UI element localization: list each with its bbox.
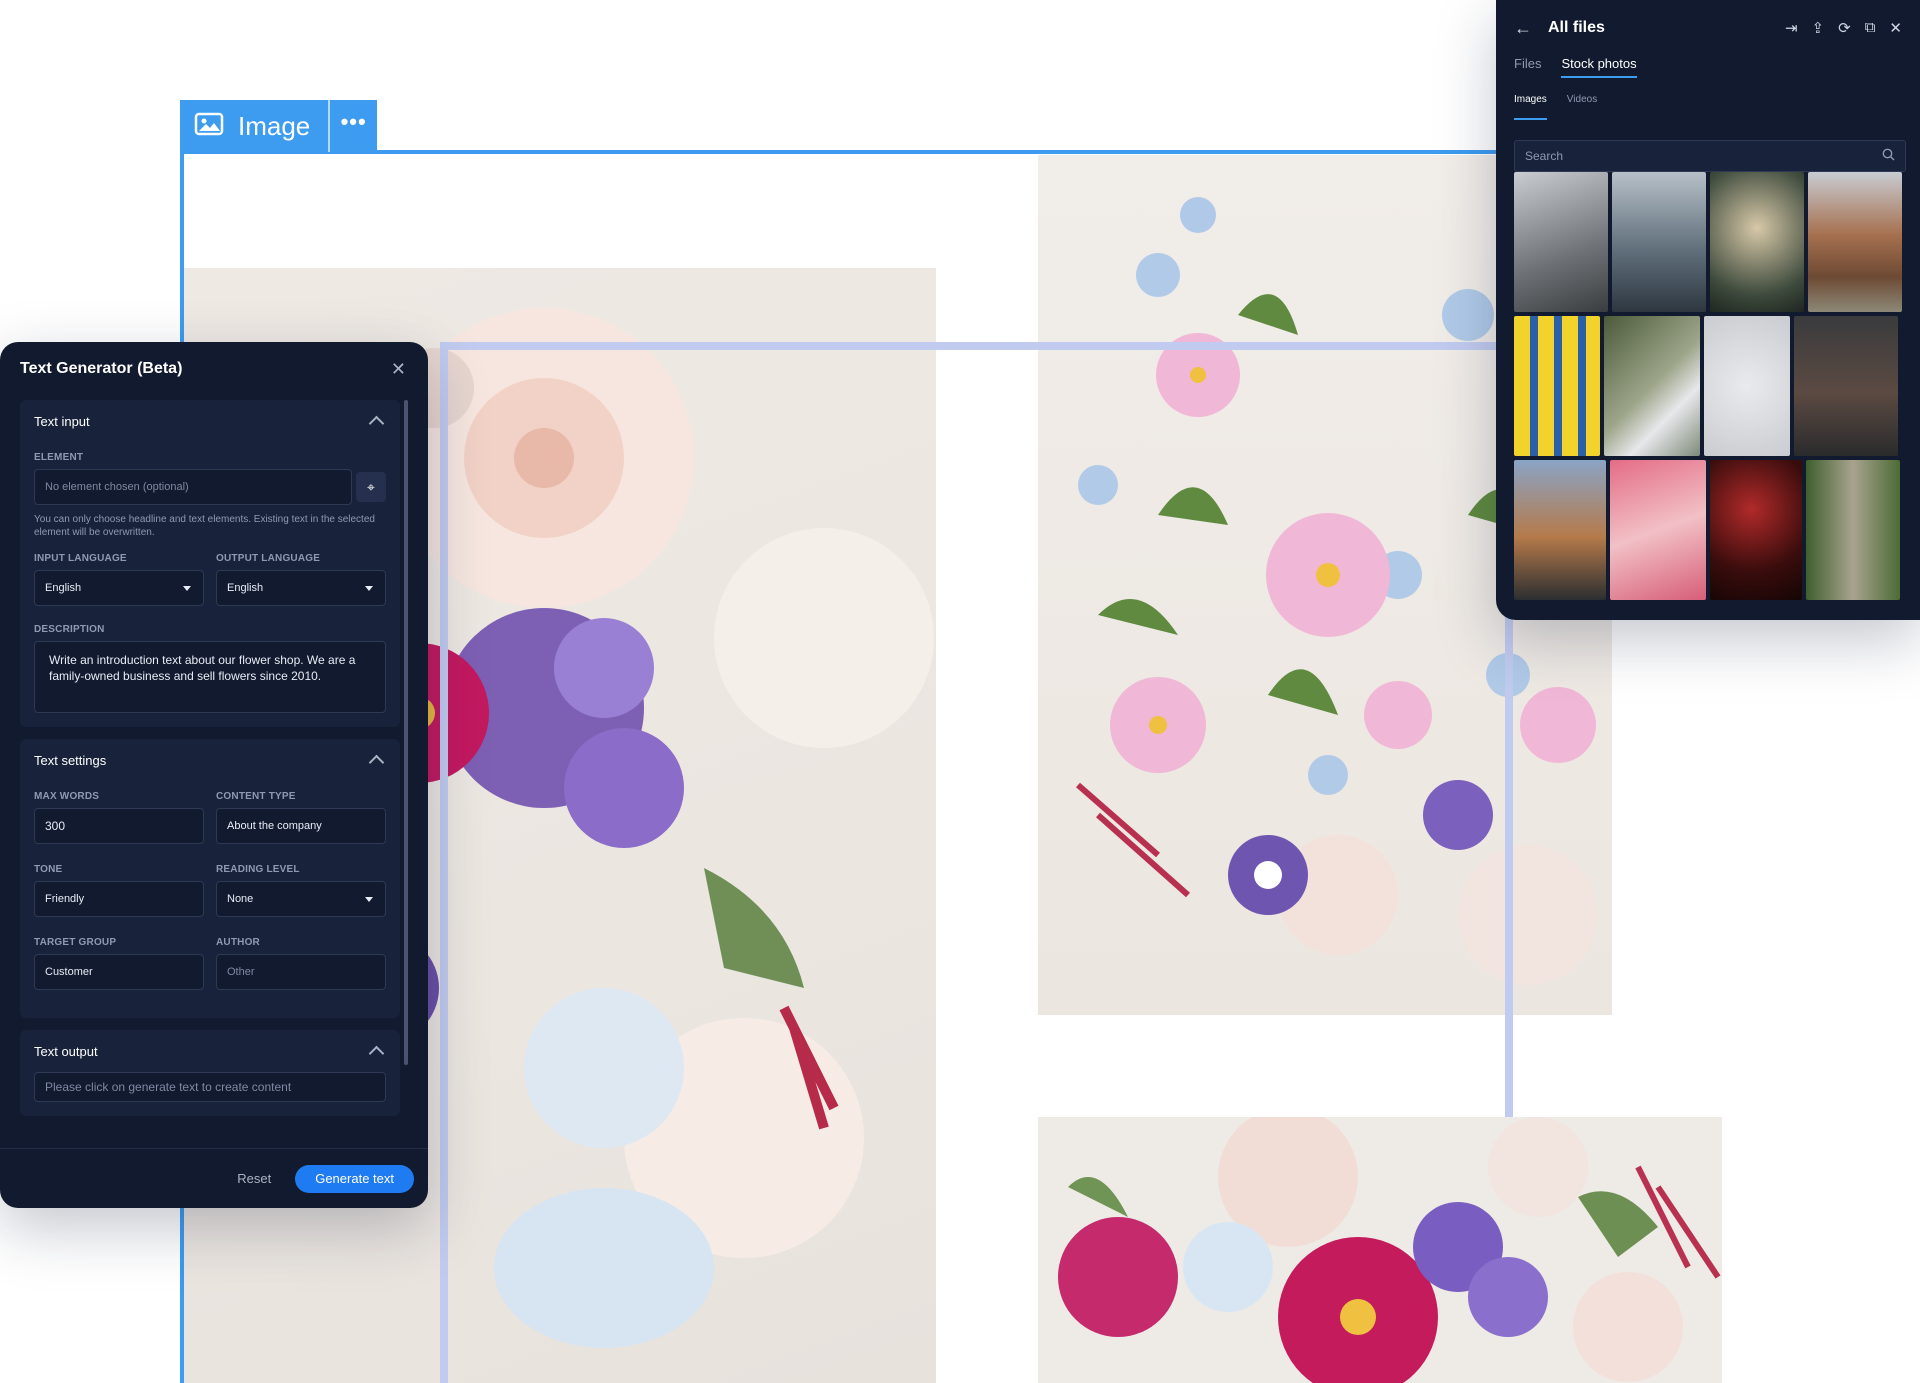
file-tabs: Files Stock photos	[1496, 56, 1920, 84]
file-browser-panel: ← All files ⇥ ⇪ ⟳ ⧉ ✕ Files Stock photos…	[1496, 0, 1920, 620]
text-generator-footer: Reset Generate text	[0, 1148, 428, 1208]
text-settings-section: Text settings MAX WORDS 300 CONTENT TYPE…	[20, 739, 400, 1018]
tone-label: TONE	[34, 864, 63, 875]
stock-photo-thumbnail[interactable]	[1710, 460, 1802, 600]
tab-files[interactable]: Files	[1514, 56, 1541, 76]
crosshair-icon: ⌖	[367, 478, 375, 495]
text-output-section: Text output Please click on generate tex…	[20, 1030, 400, 1116]
content-type-input[interactable]: About the company	[216, 808, 386, 844]
stock-photo-thumbnail[interactable]	[1610, 460, 1706, 600]
image-element-label: Image	[238, 110, 311, 141]
selection-frame-left	[440, 342, 448, 1383]
element-hint: You can only choose headline and text el…	[34, 514, 375, 538]
text-settings-section-header[interactable]: Text settings	[34, 739, 386, 781]
output-language-label: OUTPUT LANGUAGE	[216, 553, 321, 564]
tab-stock-photos[interactable]: Stock photos	[1561, 56, 1637, 78]
stock-photo-thumbnail[interactable]	[1704, 316, 1790, 456]
search-placeholder: Search	[1525, 149, 1564, 163]
text-input-section-header[interactable]: Text input	[34, 400, 386, 442]
image-icon	[194, 112, 224, 141]
close-icon[interactable]: ✕	[1889, 19, 1902, 37]
author-input[interactable]: Other	[216, 954, 386, 990]
upload-icon[interactable]: ⇪	[1812, 19, 1825, 37]
target-group-label: TARGET GROUP	[34, 937, 117, 948]
input-language-select[interactable]: English	[34, 570, 204, 606]
stock-photo-thumbnail[interactable]	[1604, 316, 1700, 456]
subtab-videos[interactable]: Videos	[1567, 94, 1597, 120]
tone-input[interactable]: Friendly	[34, 881, 204, 917]
input-language-value: English	[45, 582, 82, 594]
element-label: ELEMENT	[34, 452, 84, 463]
file-browser-title: All files	[1548, 19, 1605, 36]
text-generator-content[interactable]: Text input ELEMENT No element chosen (op…	[20, 400, 400, 1132]
caret-down-icon	[183, 586, 191, 591]
image-element-toolbar[interactable]: Image •••	[180, 100, 377, 152]
section-title: Text settings	[34, 752, 107, 768]
element-field[interactable]: No element chosen (optional)	[34, 469, 352, 505]
reading-level-label: READING LEVEL	[216, 864, 300, 875]
max-words-input[interactable]: 300	[34, 808, 204, 844]
more-options-button[interactable]: •••	[330, 111, 377, 133]
arrow-left-icon[interactable]: ←	[1514, 18, 1532, 39]
refresh-icon[interactable]: ⟳	[1838, 19, 1851, 37]
chevron-up-icon[interactable]	[368, 415, 385, 432]
stock-photo-thumbnail[interactable]	[1514, 460, 1606, 600]
target-group-input[interactable]: Customer	[34, 954, 204, 990]
collapse-panel-icon[interactable]: ⇥	[1785, 19, 1798, 37]
panel-scrollbar[interactable]	[404, 400, 408, 1065]
stock-photo-thumbnail[interactable]	[1794, 316, 1898, 456]
text-generator-panel: Text Generator (Beta) ✕ Text input ELEME…	[0, 342, 428, 1208]
generate-text-button[interactable]: Generate text	[295, 1164, 414, 1193]
reset-button[interactable]: Reset	[237, 1171, 271, 1186]
output-language-value: English	[227, 582, 264, 594]
image-element-tag[interactable]: Image	[180, 100, 331, 152]
text-output-field[interactable]: Please click on generate text to create …	[34, 1072, 386, 1102]
reading-level-select[interactable]: None	[216, 881, 386, 917]
stock-photo-thumbnail[interactable]	[1806, 460, 1900, 600]
chevron-up-icon[interactable]	[368, 1045, 385, 1062]
reading-level-value: None	[227, 893, 254, 905]
stock-photo-thumbnail[interactable]	[1514, 316, 1600, 456]
caret-down-icon	[365, 897, 373, 902]
caret-down-icon	[365, 586, 373, 591]
text-generator-header: Text Generator (Beta) ✕	[0, 342, 428, 396]
input-language-label: INPUT LANGUAGE	[34, 553, 127, 564]
max-words-label: MAX WORDS	[34, 791, 100, 802]
description-label: DESCRIPTION	[34, 624, 105, 635]
stock-photo-thumbnail[interactable]	[1514, 172, 1608, 312]
section-title: Text output	[34, 1043, 98, 1059]
stock-photo-grid	[1514, 172, 1904, 604]
content-type-label: CONTENT TYPE	[216, 791, 296, 802]
text-output-section-header[interactable]: Text output	[34, 1030, 386, 1072]
subtab-images[interactable]: Images	[1514, 94, 1547, 120]
stock-search-input[interactable]: Search	[1514, 140, 1906, 172]
section-title: Text input	[34, 413, 90, 429]
flower-photo-right-bottom[interactable]	[1038, 1117, 1722, 1383]
close-icon[interactable]: ✕	[391, 359, 406, 380]
open-external-icon[interactable]: ⧉	[1865, 19, 1876, 37]
description-textarea[interactable]: Write an introduction text about our flo…	[34, 641, 386, 713]
search-icon	[1882, 148, 1895, 164]
stock-photo-thumbnail[interactable]	[1808, 172, 1902, 312]
selection-frame-top	[440, 342, 1515, 350]
canvas-frame-top	[180, 150, 1500, 154]
output-language-select[interactable]: English	[216, 570, 386, 606]
stock-photo-thumbnail[interactable]	[1612, 172, 1706, 312]
media-subtabs: Images Videos	[1496, 94, 1920, 120]
chevron-up-icon[interactable]	[368, 754, 385, 771]
pick-element-button[interactable]: ⌖	[356, 472, 386, 502]
file-browser-header: ← All files ⇥ ⇪ ⟳ ⧉ ✕	[1496, 0, 1920, 56]
panel-title: Text Generator (Beta)	[20, 360, 183, 377]
author-label: AUTHOR	[216, 937, 260, 948]
text-input-section: Text input ELEMENT No element chosen (op…	[20, 400, 400, 727]
stock-photo-thumbnail[interactable]	[1710, 172, 1804, 312]
